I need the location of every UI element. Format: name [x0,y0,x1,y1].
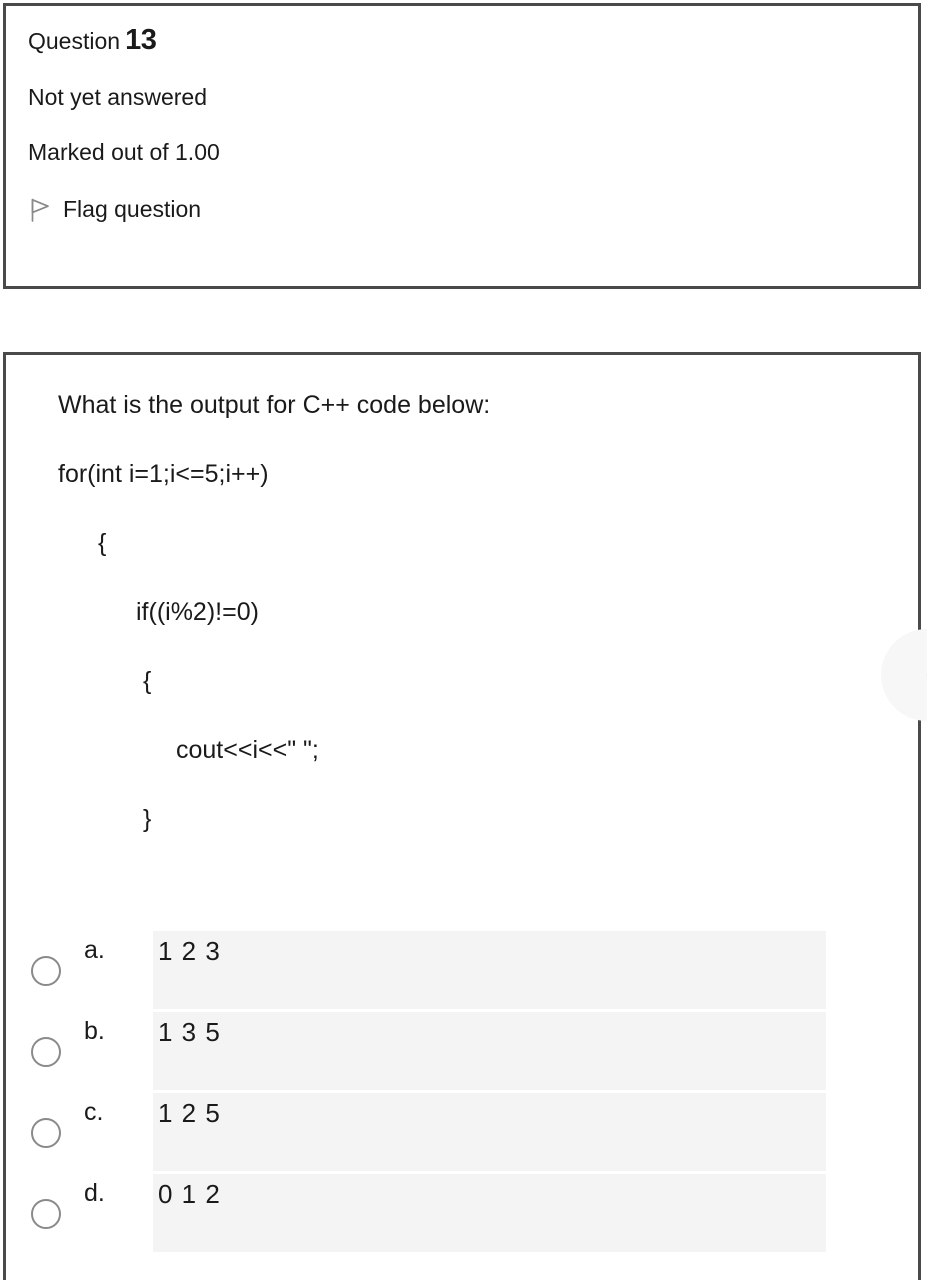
code-line-if: if((i%2)!=0) [136,598,259,626]
answer-text-a: 1 2 3 [158,936,221,966]
quiz-question-page: Question 13 Not yet answered Marked out o… [0,0,927,1280]
answer-text-b: 1 3 5 [158,1017,221,1047]
question-info-content: Question 13 Not yet answered Marked out o… [6,6,918,223]
answer-background-d [153,1174,826,1252]
question-number: 13 [125,24,157,56]
chevron-left-icon [926,674,927,676]
question-prompt: What is the output for C++ code below: [58,391,491,419]
flag-question-label: Flag question [63,195,202,222]
answer-option-b[interactable]: b. 1 3 5 [6,1012,918,1093]
radio-button-a[interactable] [31,956,61,986]
answer-letter-c: c. [84,1098,104,1126]
question-status: Not yet answered [28,84,207,110]
answer-options-list: a. 1 2 3 b. 1 3 5 c. 1 2 5 d. 0 1 2 [6,931,918,1255]
question-label: Question [28,28,121,54]
code-line-open-brace-2: { [143,667,152,695]
question-body-card: What is the output for C++ code below: f… [3,352,921,1280]
answer-option-c[interactable]: c. 1 2 5 [6,1093,918,1174]
answer-background-a [153,931,826,1009]
answer-letter-a: a. [84,936,105,964]
question-heading: Question 13 [28,26,894,55]
answer-letter-b: b. [84,1017,105,1045]
answer-background-c [153,1093,826,1171]
question-text-block: What is the output for C++ code below: f… [6,355,918,832]
answer-option-d[interactable]: d. 0 1 2 [6,1174,918,1255]
radio-button-d[interactable] [31,1199,61,1229]
code-line-cout: cout<<i<<" "; [176,736,319,764]
answer-text-d: 0 1 2 [158,1179,221,1209]
question-marks: Marked out of 1.00 [28,139,220,165]
flag-question-control[interactable]: Flag question [28,195,894,223]
question-info-card: Question 13 Not yet answered Marked out o… [3,3,921,289]
radio-button-b[interactable] [31,1037,61,1067]
answer-text-c: 1 2 5 [158,1098,221,1128]
answer-background-b [153,1012,826,1090]
code-line-for: for(int i=1;i<=5;i++) [58,460,269,488]
code-line-close-brace: } [143,805,152,833]
code-line-open-brace-1: { [98,529,107,557]
answer-option-a[interactable]: a. 1 2 3 [6,931,918,1012]
radio-button-c[interactable] [31,1118,61,1148]
flag-icon [31,198,49,222]
answer-letter-d: d. [84,1179,105,1207]
